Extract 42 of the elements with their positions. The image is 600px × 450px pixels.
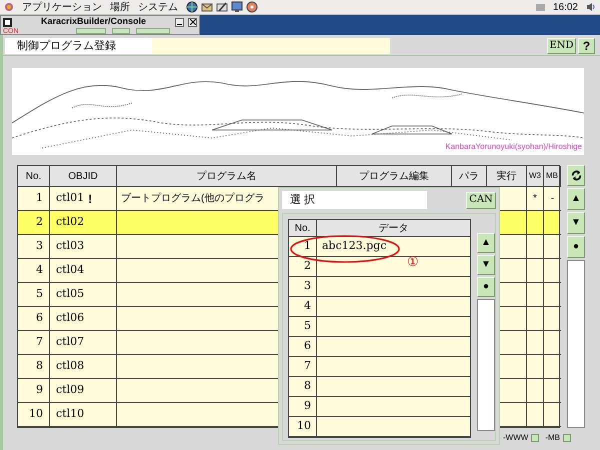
program-name: ブートプログラム(他のプログラ (121, 192, 264, 206)
banner-caption: KanbaraYorunoyuki(syohan)/Hiroshige (445, 141, 582, 153)
row-number: 8 (36, 358, 43, 374)
object-id: ctl06 (56, 310, 84, 326)
row-number: 6 (304, 338, 311, 354)
object-id: ctl07 (56, 334, 84, 350)
w3-value: * (533, 192, 537, 206)
row-number: 5 (36, 286, 43, 302)
row-number: 3 (36, 238, 43, 254)
annotation-number: ① (407, 253, 419, 271)
row-number: 1 (36, 190, 43, 206)
row-number: 10 (29, 406, 43, 422)
option-label: -WWW (503, 432, 528, 444)
object-id: ctl01 (56, 190, 84, 206)
screen-title: 制御プログラム登録 (5, 38, 152, 54)
object-id: ctl03 (56, 238, 84, 254)
row-number: 10 (297, 418, 311, 434)
row-number: 3 (304, 278, 311, 294)
row-number: 7 (36, 334, 43, 350)
row-number: 4 (36, 262, 43, 278)
row-number: 5 (304, 318, 311, 334)
dialog-title: 選 択 (282, 191, 427, 209)
option-label: -MB (545, 432, 560, 444)
row-number: 9 (36, 382, 43, 398)
console-title: KaracrixBuilder/Console (40, 15, 148, 28)
row-number: 2 (36, 214, 43, 230)
row-number: 1 (304, 238, 311, 254)
row-number: 2 (304, 258, 311, 274)
object-id: ctl08 (56, 358, 84, 374)
object-id: ctl10 (56, 406, 84, 422)
object-id: ctl09 (56, 382, 84, 398)
flag-mark: ! (88, 190, 92, 208)
row-number: 6 (36, 310, 43, 326)
object-id: ctl02 (56, 214, 84, 230)
row-number: 7 (304, 358, 311, 374)
clock: 16:02 (552, 0, 578, 14)
object-id: ctl05 (56, 286, 84, 302)
mb-value: - (550, 192, 554, 206)
object-id: ctl04 (56, 262, 84, 278)
row-number: 4 (304, 298, 311, 314)
row-number: 9 (304, 398, 311, 414)
row-number: 8 (304, 378, 311, 394)
